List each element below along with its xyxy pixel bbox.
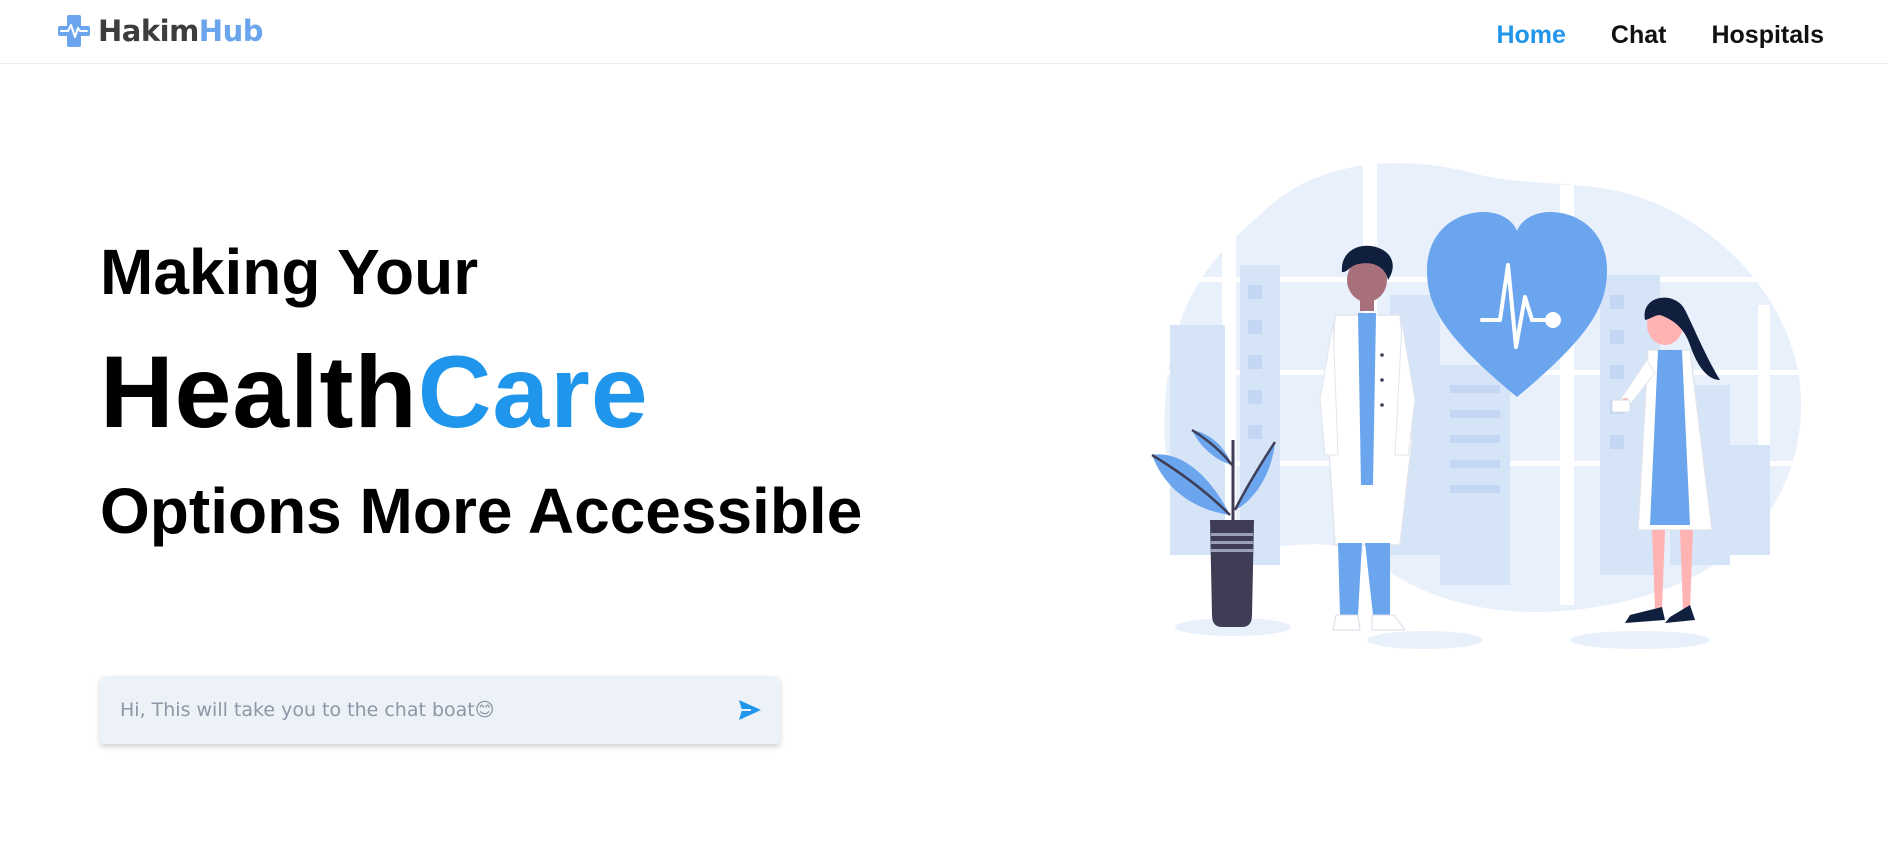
hero-care-word: Care [417, 335, 649, 449]
nav-hospitals-link[interactable]: Hospitals [1711, 18, 1824, 52]
chat-input[interactable] [100, 676, 724, 744]
hero-line-3: Options More Accessible [100, 475, 863, 547]
send-button[interactable] [724, 676, 776, 744]
hero-health-word: Health [100, 335, 418, 449]
brand-name-part1: Hakim [98, 14, 199, 48]
hero-line-1: Making Your [100, 236, 479, 308]
brand-name-part2: Hub [198, 14, 264, 48]
hero-heading: Making Your HealthCare Options More Acce… [100, 240, 862, 543]
chat-entry-box [100, 676, 780, 744]
brand-name: HakimHub [98, 11, 263, 51]
brand-logo[interactable]: HakimHub [56, 11, 263, 51]
nav-home-link[interactable]: Home [1496, 18, 1565, 52]
send-icon [739, 700, 761, 720]
main-nav: Home Chat Hospitals [1451, 18, 1824, 52]
top-navbar: HakimHub Home Chat Hospitals [0, 0, 1888, 64]
medical-cross-heartbeat-icon [58, 15, 90, 47]
doctors-heart-illustration [1151, 160, 1802, 649]
nav-chat-link[interactable]: Chat [1611, 18, 1667, 52]
hero-line-2: HealthCare [100, 341, 862, 443]
